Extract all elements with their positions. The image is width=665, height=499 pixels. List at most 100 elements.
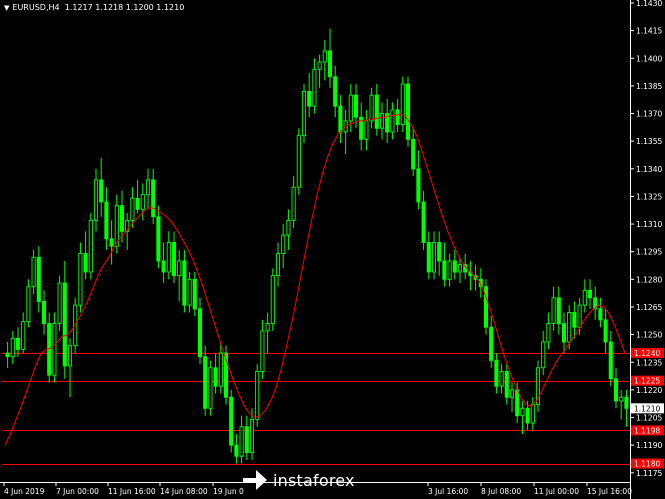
candle-body xyxy=(379,113,385,129)
ohlc-readout: 1.1217 1.1218 1.1200 1.1210 xyxy=(64,3,185,12)
candle-body xyxy=(509,389,515,398)
price-tick-label: 1.1220 xyxy=(636,386,662,395)
candle-body xyxy=(411,138,416,170)
candle xyxy=(572,301,577,339)
candle-body xyxy=(239,426,244,457)
candle xyxy=(83,231,88,280)
price-chart[interactable]: 1.1430 1.1415 1.1400 1.1385 1.1370 1.1355 1.13… xyxy=(0,0,665,499)
candle-body xyxy=(5,352,10,358)
candle xyxy=(301,84,307,144)
candle-body xyxy=(322,50,327,63)
candle xyxy=(21,312,26,354)
time-tick-label: 8 Jul 08:00 xyxy=(481,487,521,496)
candle xyxy=(270,268,275,331)
candle-body xyxy=(613,378,619,402)
candle-body xyxy=(166,242,171,273)
candle-body xyxy=(140,194,145,210)
candle-body xyxy=(119,205,125,232)
candle-body xyxy=(504,371,509,398)
candle xyxy=(385,98,390,144)
candle xyxy=(447,253,452,287)
candle xyxy=(161,242,166,284)
candle xyxy=(109,220,114,265)
candle-body xyxy=(598,308,603,321)
candle-body xyxy=(312,68,317,107)
candle-body xyxy=(109,238,114,247)
candle xyxy=(307,73,312,118)
candle xyxy=(104,187,109,250)
candle xyxy=(192,271,197,317)
chart-canvas[interactable]: 1.1430 1.1415 1.1400 1.1385 1.1370 1.1355 1.13… xyxy=(0,0,665,499)
candle xyxy=(509,382,515,412)
price-tick-label: 1.1415 xyxy=(636,27,662,36)
candle xyxy=(10,330,15,365)
candle xyxy=(338,95,343,144)
instaforex-logo-icon xyxy=(243,470,267,490)
candle-body xyxy=(603,319,608,343)
candle xyxy=(145,168,151,210)
candle xyxy=(182,249,187,313)
candle xyxy=(99,157,104,217)
candle xyxy=(483,279,489,335)
candle-body xyxy=(62,282,67,367)
candle-body xyxy=(104,201,109,240)
candle xyxy=(624,389,629,427)
candle xyxy=(296,128,301,195)
candle-body xyxy=(395,109,400,126)
candle xyxy=(551,286,556,331)
candle xyxy=(426,231,431,280)
candle-body xyxy=(608,341,613,380)
candle-body xyxy=(353,94,359,118)
candle-body xyxy=(151,179,156,218)
candle xyxy=(15,327,21,357)
candle-body xyxy=(619,396,624,402)
candle xyxy=(229,389,234,453)
price-tick-label: 1.1430 xyxy=(636,0,662,8)
candle xyxy=(452,249,457,280)
candle xyxy=(166,231,171,280)
candle-body xyxy=(301,90,307,137)
candle xyxy=(135,179,140,214)
candle xyxy=(88,213,93,280)
candle xyxy=(5,341,10,368)
collapse-triangle-icon[interactable]: ▼ xyxy=(4,4,9,12)
price-tick-label: 1.1205 xyxy=(636,414,662,423)
candle xyxy=(603,308,608,354)
candle xyxy=(535,360,541,412)
candle-body xyxy=(546,323,551,343)
candle xyxy=(411,128,416,177)
candle-body xyxy=(52,323,57,376)
candle xyxy=(598,297,603,328)
candle xyxy=(171,231,177,284)
candle xyxy=(608,330,613,387)
candle-body xyxy=(244,426,249,453)
candle xyxy=(489,316,494,368)
candle xyxy=(286,209,291,250)
candle-body xyxy=(400,83,405,126)
candle xyxy=(442,242,447,287)
horizontal-levels-layer xyxy=(2,353,630,465)
candle-body xyxy=(421,201,426,243)
level-label: 1.1240 xyxy=(634,349,660,358)
candle xyxy=(26,279,31,328)
time-tick-label: 3 Jul 16:00 xyxy=(428,487,468,496)
candle-body xyxy=(327,50,333,78)
level-label: 1.1225 xyxy=(634,377,660,386)
candle-body xyxy=(457,264,463,273)
candle-body xyxy=(390,109,395,133)
candle-body xyxy=(57,282,62,325)
candle xyxy=(239,415,244,464)
candle xyxy=(317,54,322,88)
candle-body xyxy=(442,260,447,280)
candle xyxy=(312,58,317,114)
candle xyxy=(151,168,156,225)
candle xyxy=(421,190,426,250)
current-price-label: 1.1210 xyxy=(634,404,660,413)
candle-body xyxy=(437,242,442,262)
candle xyxy=(369,87,374,129)
candle-body xyxy=(338,105,343,133)
candle-body xyxy=(67,345,73,367)
candle-body xyxy=(249,418,255,453)
candle-body xyxy=(31,256,36,288)
candle xyxy=(93,168,99,232)
